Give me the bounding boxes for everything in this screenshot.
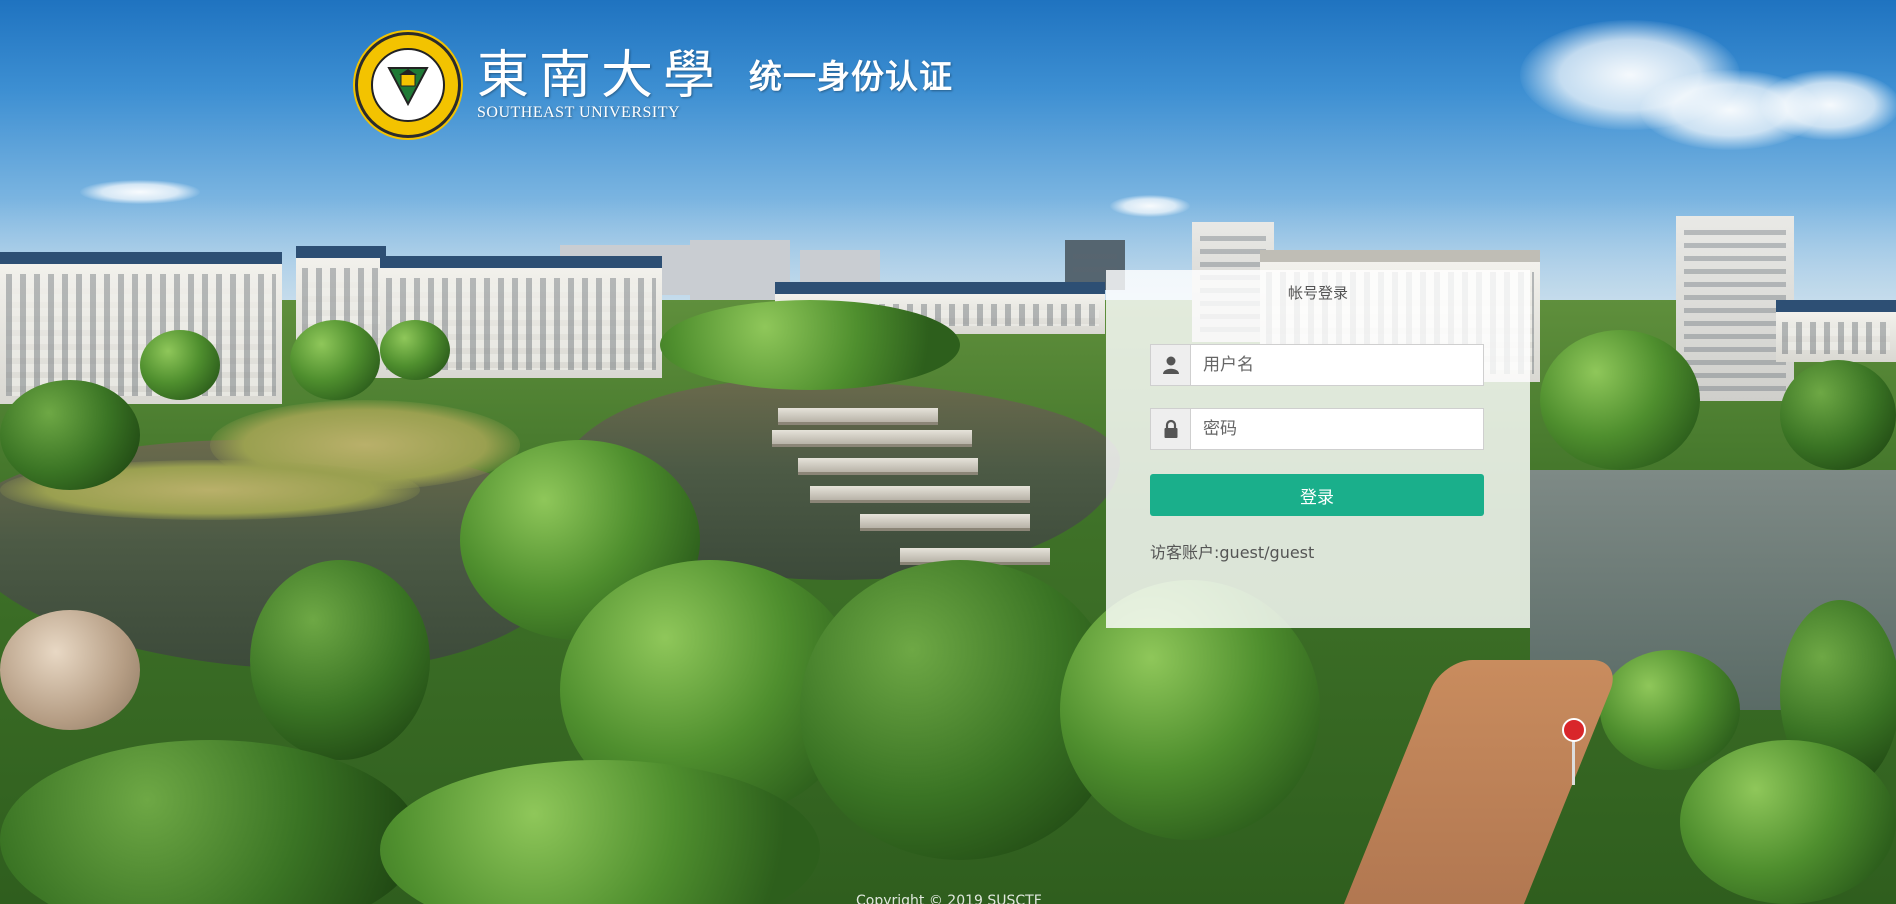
login-page: 東南大學 SOUTHEAST UNIVERSITY 统一身份认证 帐号登录 用户…: [0, 0, 1896, 904]
zigzag-bridge: [810, 486, 1030, 503]
tree: [660, 300, 960, 390]
password-field: [1150, 408, 1484, 450]
zigzag-bridge: [860, 514, 1030, 531]
tab-account-login[interactable]: 帐号登录: [1106, 282, 1530, 303]
tree: [0, 380, 140, 490]
university-name-cn: 東南大學: [477, 46, 726, 106]
cloud: [1760, 70, 1896, 140]
system-title: 统一身份认证: [749, 57, 954, 96]
tree: [140, 330, 220, 400]
seal-emblem-icon: [387, 67, 429, 107]
tree: [1540, 330, 1700, 470]
tree: [250, 560, 430, 760]
guest-account-note: 访客账户:guest/guest: [1150, 543, 1315, 562]
username-field: [1150, 344, 1484, 386]
seal-emblem: [371, 48, 445, 122]
site-header: 東南大學 SOUTHEAST UNIVERSITY 统一身份认证: [355, 30, 953, 140]
tree: [290, 320, 380, 400]
no-entry-sign: [1562, 718, 1586, 742]
login-button[interactable]: 登录: [1150, 474, 1484, 516]
zigzag-bridge: [772, 430, 972, 447]
password-input[interactable]: [1191, 409, 1483, 449]
campus-building: [0, 252, 282, 404]
footer-copyright: Copyright © 2019 SUSCTF: [856, 893, 1042, 904]
tree: [1680, 740, 1896, 904]
login-panel: 帐号登录 登录 访客账户:guest/guest: [1106, 270, 1530, 628]
tree: [1600, 650, 1740, 770]
university-seal-logo: [355, 32, 461, 138]
username-input[interactable]: [1191, 345, 1483, 385]
zigzag-bridge: [778, 408, 938, 425]
sign-pole: [1572, 735, 1575, 785]
user-icon: [1151, 345, 1191, 385]
lock-icon: [1151, 409, 1191, 449]
campus-building: [1776, 300, 1896, 362]
rocks: [0, 610, 140, 730]
tree: [380, 320, 450, 380]
university-name-en: SOUTHEAST UNIVERSITY: [477, 104, 681, 121]
university-brand: 東南大學 SOUTHEAST UNIVERSITY: [477, 48, 725, 122]
tree: [1780, 360, 1896, 470]
zigzag-bridge: [798, 458, 978, 475]
